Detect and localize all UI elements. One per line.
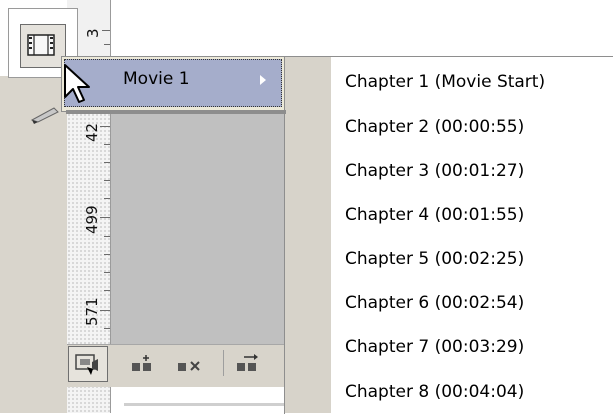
chapter-menu-item[interactable]: Chapter 7 (00:03:29) [345, 337, 524, 357]
ruler-tick [104, 272, 110, 273]
chapter-view-icon [26, 33, 58, 63]
capture-button[interactable] [68, 346, 108, 382]
chapter-menu-item[interactable]: Chapter 1 (Movie Start) [345, 72, 545, 92]
chapter-menu-item[interactable]: Chapter 5 (00:02:25) [345, 249, 524, 269]
ruler-label: 42 [83, 122, 101, 142]
ruler-label: 499 [83, 205, 101, 234]
ruler-label: 3 [84, 28, 102, 38]
submenu-icon-gutter [285, 57, 331, 413]
move-chapter-button[interactable] [235, 350, 261, 380]
ruler-tick [100, 217, 110, 218]
chapter-menu-item[interactable]: Chapter 2 (00:00:55) [345, 117, 524, 137]
ruler-tick [104, 290, 110, 291]
chapter-menu-item[interactable]: Chapter 4 (00:01:55) [345, 205, 524, 225]
chapters-submenu [284, 56, 613, 414]
chapter-menu-item[interactable]: Chapter 6 (00:02:54) [345, 293, 524, 313]
submenu-arrow-icon [260, 75, 266, 85]
add-chapter-icon [130, 355, 156, 380]
capture-icon [69, 354, 107, 385]
ruler-tick [100, 126, 110, 127]
chapter-menu-item[interactable]: Chapter 8 (00:04:04) [345, 382, 524, 402]
ruler-tick [104, 180, 110, 181]
ruler-tick [100, 310, 110, 311]
delete-chapter-button[interactable] [176, 352, 206, 380]
ruler-label: 571 [83, 297, 101, 326]
chapter-menu-item[interactable]: Chapter 3 (00:01:27) [345, 161, 524, 181]
delete-chapter-icon [176, 361, 206, 380]
mouse-pointer-icon [62, 63, 92, 109]
toolbar-separator [223, 350, 224, 376]
ruler-tick [104, 162, 110, 163]
ruler-tick [104, 44, 110, 45]
pencil-icon [30, 104, 64, 128]
add-chapter-button[interactable] [130, 352, 156, 380]
ruler-tick [102, 30, 110, 31]
ruler-tick [104, 198, 110, 199]
menu-shadow [66, 110, 286, 114]
ruler-tick [104, 328, 110, 329]
ruler-tick [104, 236, 110, 237]
menu-item-label: Movie 1 [123, 69, 190, 89]
ruler-tick [104, 144, 110, 145]
move-chapter-icon [235, 354, 261, 380]
timeline-preview-area[interactable] [111, 112, 284, 344]
bottom-divider [124, 403, 284, 406]
ruler-tick [104, 254, 110, 255]
